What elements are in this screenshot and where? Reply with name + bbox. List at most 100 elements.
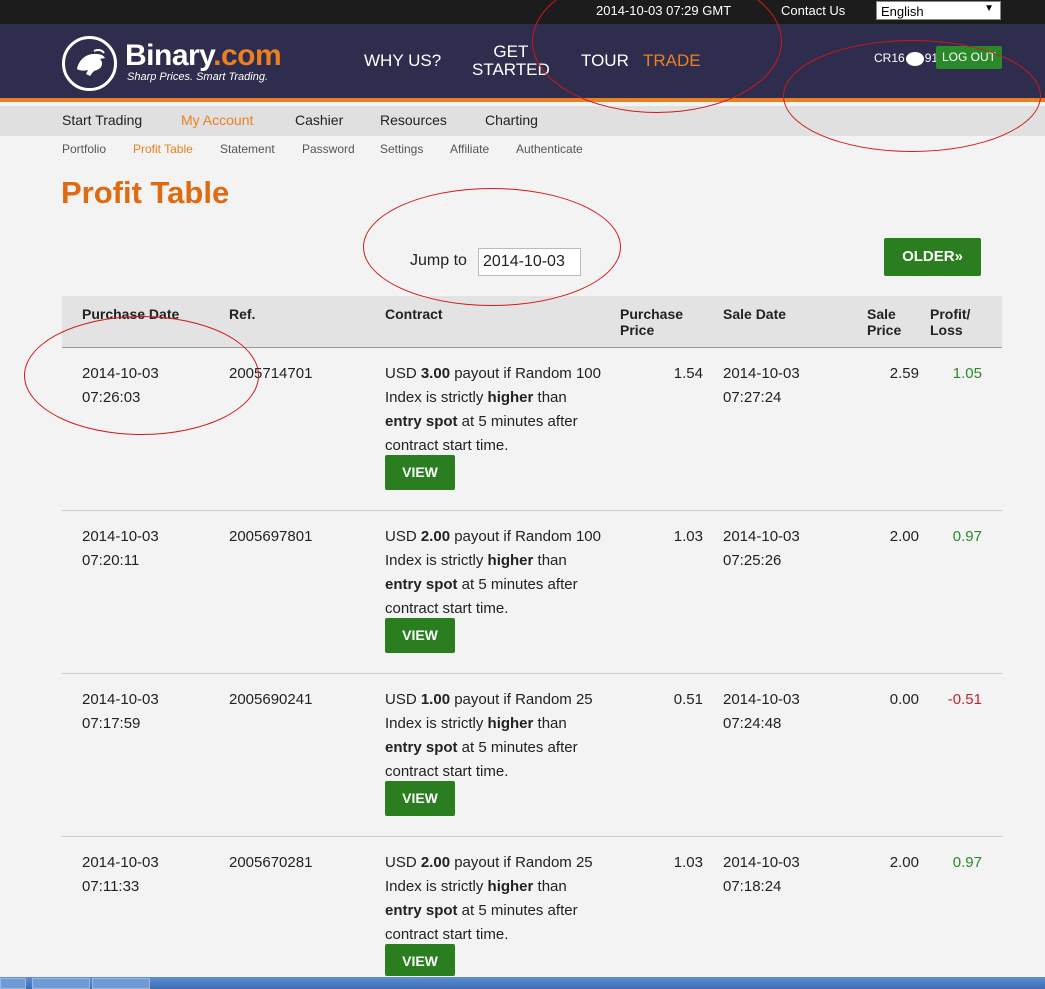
nav-tour[interactable]: TOUR [581, 52, 629, 70]
brand-main: Binary [125, 39, 214, 72]
language-value: English [881, 4, 924, 19]
contract-text: than [533, 878, 567, 895]
sale-date-cell: 2014-10-03 07:27:24 [723, 362, 800, 410]
top-strip: 2014-10-03 07:29 GMT Contact Us English … [0, 0, 1045, 24]
header-profit-loss: Profit/ Loss [930, 306, 970, 338]
older-button[interactable]: OLDER» [884, 238, 981, 276]
chevron-down-icon: ▼ [984, 3, 994, 14]
submenu-profit-table[interactable]: Profit Table [133, 142, 193, 156]
sale-time: 07:24:48 [723, 715, 782, 732]
contract-payout: 3.00 [420, 365, 451, 382]
taskbar-app-button[interactable] [32, 978, 90, 989]
table-row: 2014-10-03 07:20:11 2005697801 USD 2.00 p… [62, 511, 1002, 674]
contract-direction: higher [487, 389, 534, 406]
view-button[interactable]: VIEW [385, 781, 455, 816]
contract-cell: USD 2.00 payout if Random 100 Index is s… [385, 525, 605, 621]
purchase-date-cell: 2014-10-03 07:11:33 [82, 851, 159, 899]
os-taskbar [0, 977, 1045, 989]
purchase-price-cell: 0.51 [673, 691, 703, 708]
header-purchase-date: Purchase Date [82, 306, 180, 322]
header-sale-price-line1: Sale [867, 306, 896, 322]
language-select[interactable]: English ▼ [876, 1, 1001, 20]
submenu-settings[interactable]: Settings [380, 142, 423, 156]
sale-price-cell: 2.00 [889, 528, 919, 545]
header-sale-date: Sale Date [723, 306, 787, 322]
contract-spot: entry spot [385, 576, 458, 593]
server-time: 2014-10-03 07:29 GMT [596, 3, 732, 18]
menu-my-account[interactable]: My Account [181, 112, 253, 128]
submenu-portfolio[interactable]: Portfolio [62, 142, 106, 156]
ref-cell: 2005697801 [229, 528, 313, 545]
profit-loss-cell: 1.05 [952, 365, 982, 382]
nav-get-started-line1: GET [493, 42, 529, 61]
sale-time: 07:18:24 [723, 878, 782, 895]
sale-date-cell: 2014-10-03 07:24:48 [723, 688, 800, 736]
header-ref: Ref. [229, 306, 256, 322]
purchase-time: 07:17:59 [82, 715, 141, 732]
jump-to-label: Jump to [410, 252, 467, 269]
nav-get-started-line2: STARTED [472, 60, 550, 79]
submenu-authenticate[interactable]: Authenticate [516, 142, 583, 156]
sale-date: 2014-10-03 [723, 365, 800, 382]
view-button[interactable]: VIEW [385, 618, 455, 653]
contract-text: than [533, 552, 567, 569]
sale-time: 07:27:24 [723, 389, 782, 406]
brand-name[interactable]: Binary.com [125, 39, 282, 73]
table-row: 2014-10-03 07:17:59 2005690241 USD 1.00 p… [62, 674, 1002, 837]
contract-text: than [533, 715, 567, 732]
view-button[interactable]: VIEW [385, 455, 455, 490]
table-row: 2014-10-03 07:11:33 2005670281 USD 2.00 p… [62, 837, 1002, 989]
purchase-date-cell: 2014-10-03 07:17:59 [82, 688, 159, 736]
brand-suffix: .com [213, 39, 282, 72]
contract-prefix: USD [385, 528, 421, 545]
purchase-time: 07:26:03 [82, 389, 141, 406]
menu-charting[interactable]: Charting [485, 112, 538, 128]
contract-prefix: USD [385, 365, 421, 382]
sale-time: 07:25:26 [723, 552, 782, 569]
ref-cell: 2005670281 [229, 854, 313, 871]
annotation-ellipse [363, 188, 621, 306]
main-menu: Start Trading My Account Cashier Resourc… [0, 106, 1045, 136]
sale-date: 2014-10-03 [723, 691, 800, 708]
contract-direction: higher [487, 878, 534, 895]
contract-spot: entry spot [385, 902, 458, 919]
purchase-date-cell: 2014-10-03 07:20:11 [82, 525, 159, 573]
purchase-date: 2014-10-03 [82, 365, 159, 382]
profit-table-header: Purchase Date Ref. Contract Purchase Pri… [62, 296, 1002, 348]
purchase-price-cell: 1.03 [673, 854, 703, 871]
contract-prefix: USD [385, 854, 421, 871]
logout-button[interactable]: LOG OUT [936, 46, 1002, 69]
submenu-password[interactable]: Password [302, 142, 355, 156]
header-sale-price-line2: Price [867, 322, 902, 338]
contact-us-link[interactable]: Contact Us [781, 3, 845, 18]
menu-cashier[interactable]: Cashier [295, 112, 343, 128]
sale-date-cell: 2014-10-03 07:25:26 [723, 525, 800, 573]
sale-price-cell: 2.00 [889, 854, 919, 871]
header-purchase-price: Purchase Price [620, 306, 683, 338]
brand-tagline: Sharp Prices. Smart Trading. [127, 71, 269, 83]
taskbar-app-button[interactable] [92, 978, 150, 989]
jump-to-date-input[interactable] [478, 248, 581, 276]
nav-trade[interactable]: TRADE [643, 52, 701, 70]
nav-get-started[interactable]: GET STARTED [472, 43, 550, 79]
header-contract: Contract [385, 306, 443, 322]
header-profit-line2: Loss [930, 322, 963, 338]
bull-logo-icon[interactable] [62, 36, 117, 91]
submenu-statement[interactable]: Statement [220, 142, 275, 156]
page-title: Profit Table [61, 175, 230, 210]
menu-resources[interactable]: Resources [380, 112, 447, 128]
contract-payout: 2.00 [420, 528, 451, 545]
view-button[interactable]: VIEW [385, 944, 455, 976]
sub-menu: Portfolio Profit Table Statement Passwor… [0, 136, 1045, 162]
submenu-affiliate[interactable]: Affiliate [450, 142, 489, 156]
contract-direction: higher [487, 715, 534, 732]
taskbar-start-button[interactable] [0, 978, 26, 989]
menu-start-trading[interactable]: Start Trading [62, 112, 142, 128]
header-sale-price: Sale Price [867, 306, 901, 338]
nav-why-us[interactable]: WHY US? [364, 52, 441, 70]
ref-cell: 2005714701 [229, 365, 313, 382]
purchase-price-cell: 1.03 [673, 528, 703, 545]
redaction-blob [905, 51, 924, 66]
purchase-time: 07:11:33 [82, 878, 140, 895]
purchase-time: 07:20:11 [82, 552, 140, 569]
